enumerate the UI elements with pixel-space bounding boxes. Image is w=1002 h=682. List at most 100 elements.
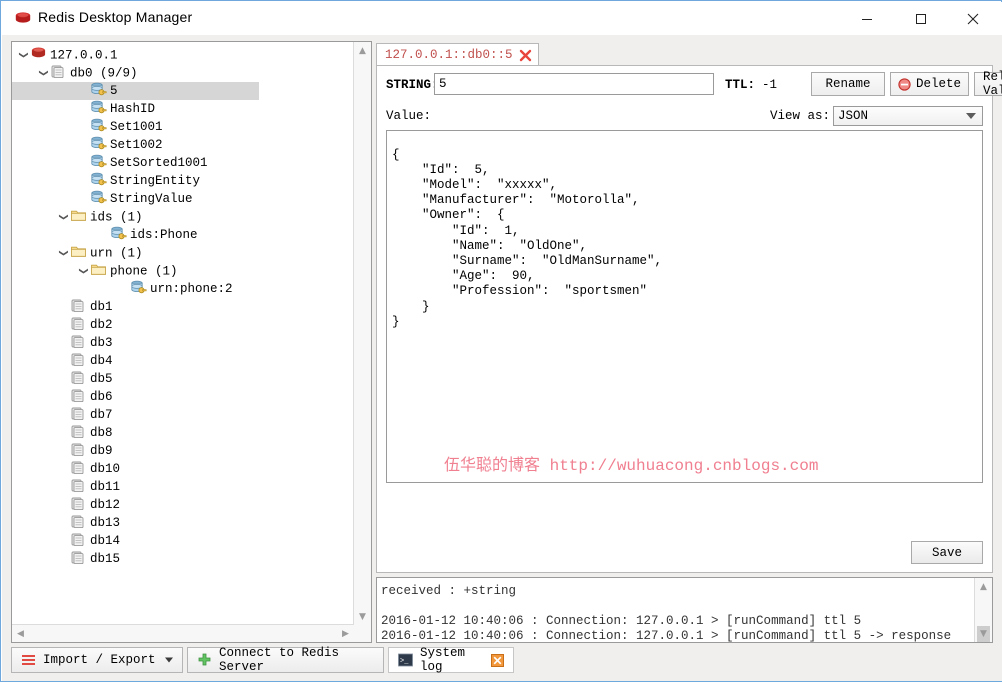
scroll-up-icon[interactable]: ▲ [975,578,992,595]
tree-item-stringentity[interactable]: StringEntity [12,172,354,190]
tree-item-db2[interactable]: db2 [12,316,354,334]
value-row: Value: View as: JSON [377,104,992,130]
tree-item-label: urn (1) [90,246,143,260]
tree-item-label: db2 [90,318,113,332]
tree-item-ids-phone[interactable]: ids:Phone [12,226,354,244]
ttl-value: -1 [762,78,777,92]
scroll-left-icon[interactable]: ◀ [12,625,29,642]
log-vertical-scrollbar[interactable]: ▲ ▼ [974,578,992,642]
tree-item-label: 5 [110,84,118,98]
database-icon [70,496,87,511]
tree-item-set1001[interactable]: Set1001 [12,118,354,136]
scroll-down-icon[interactable]: ▼ [975,625,992,642]
tree-item-set1002[interactable]: Set1002 [12,136,354,154]
tab-strip: 127.0.0.1::db0::5 [376,41,993,66]
database-icon [70,370,87,385]
log-scroll-area: received : +string 2016-01-12 10:40:06 :… [377,578,975,642]
tree-item-ids-1[interactable]: ❯ ids (1) [12,208,354,226]
close-x-icon[interactable] [519,49,532,62]
tree-item-label: ids (1) [90,210,143,224]
client-area: ❯ 127.0.0.1 ❯db0 (9/9) 5 HashID Set1001Set100… [2,35,1002,681]
key-tree[interactable]: ❯ 127.0.0.1 ❯db0 (9/9) 5 HashID Set1001Set100… [12,42,354,568]
database-icon [70,388,87,403]
key-database-icon [90,100,107,115]
tree-item-db10[interactable]: db10 [12,460,354,478]
tab-key-editor[interactable]: 127.0.0.1::db0::5 [376,43,539,66]
key-database-icon [130,280,147,295]
key-database-icon [90,172,107,187]
chevron-down-icon[interactable]: ❯ [74,264,92,278]
tree-vertical-scrollbar[interactable]: ▲ ▼ [353,42,371,625]
scroll-up-icon[interactable]: ▲ [354,42,371,59]
console-icon: >_ [398,653,413,667]
tree-item-db6[interactable]: db6 [12,388,354,406]
tree-item-label: db10 [90,462,120,476]
chevron-down-icon [165,658,173,663]
tree-item-db0-9-9[interactable]: ❯db0 (9/9) [12,64,354,82]
key-name-input[interactable] [434,73,714,95]
tree-item-db4[interactable]: db4 [12,352,354,370]
database-icon [70,352,87,367]
tree-item-label: HashID [110,102,155,116]
tree-item-127-0-0-1[interactable]: ❯ 127.0.0.1 [12,46,354,64]
tree-item-label: db8 [90,426,113,440]
tree-item-db12[interactable]: db12 [12,496,354,514]
connect-to-redis-server-button[interactable]: Connect to Redis Server [187,647,384,673]
tree-horizontal-scrollbar[interactable]: ◀ ▶ [12,624,354,642]
tree-item-db13[interactable]: db13 [12,514,354,532]
rename-button[interactable]: Rename [811,72,885,96]
close-button[interactable] [950,3,996,35]
tree-item-label: db3 [90,336,113,350]
tree-item-5[interactable]: 5 [12,82,259,100]
reload-value-label: Reload Value [983,70,1002,98]
scroll-right-icon[interactable]: ▶ [337,625,354,642]
tree-item-db1[interactable]: db1 [12,298,354,316]
database-icon [70,550,87,565]
chevron-down-icon [966,113,976,119]
folder-icon [70,244,87,259]
tree-item-stringvalue[interactable]: StringValue [12,190,354,208]
reload-value-button[interactable]: Reload Value [974,72,1002,96]
tree-item-label: ids:Phone [130,228,198,242]
database-icon [70,424,87,439]
tree-item-label: 127.0.0.1 [50,48,118,62]
scroll-down-icon[interactable]: ▼ [354,608,371,625]
watermark-text: 伍华聪的博客 http://wuhuacong.cnblogs.com [444,451,818,475]
maximize-button[interactable] [898,3,944,35]
window-title: Redis Desktop Manager [38,9,192,25]
redis-server-icon [30,46,47,61]
tree-item-db3[interactable]: db3 [12,334,354,352]
tree-item-label: db7 [90,408,113,422]
database-icon [70,406,87,421]
import-export-button[interactable]: Import / Export [11,647,183,673]
redis-cube-icon [14,10,32,28]
save-button[interactable]: Save [911,541,983,564]
chevron-down-icon[interactable]: ❯ [54,210,72,224]
chevron-down-icon[interactable]: ❯ [34,66,52,80]
view-as-value: JSON [838,109,868,123]
minimize-button[interactable] [844,3,890,35]
tree-item-setsorted1001[interactable]: SetSorted1001 [12,154,354,172]
value-editor[interactable]: { "Id": 5, "Model": "xxxxx", "Manufactur… [386,130,983,483]
plus-icon [197,653,212,667]
tree-item-db11[interactable]: db11 [12,478,354,496]
view-as-select[interactable]: JSON [833,106,983,126]
delete-button[interactable]: Delete [890,72,969,96]
chevron-down-icon[interactable]: ❯ [54,246,72,260]
tree-item-db7[interactable]: db7 [12,406,354,424]
tree-item-db14[interactable]: db14 [12,532,354,550]
tree-item-db9[interactable]: db9 [12,442,354,460]
system-log-tab[interactable]: >_ System log [388,647,514,673]
tree-item-hashid[interactable]: HashID [12,100,354,118]
tree-item-db8[interactable]: db8 [12,424,354,442]
tree-item-db15[interactable]: db15 [12,550,354,568]
close-x-icon[interactable] [491,654,504,667]
chevron-down-icon[interactable]: ❯ [14,48,32,62]
import-export-lines-icon [21,653,36,667]
view-as-label: View as: [770,109,830,123]
tree-item-phone-1[interactable]: ❯phone (1) [12,262,354,280]
tree-item-db5[interactable]: db5 [12,370,354,388]
database-icon [70,334,87,349]
tree-item-urn-phone-2[interactable]: urn:phone:2 [12,280,354,298]
tree-item-urn-1[interactable]: ❯ urn (1) [12,244,354,262]
